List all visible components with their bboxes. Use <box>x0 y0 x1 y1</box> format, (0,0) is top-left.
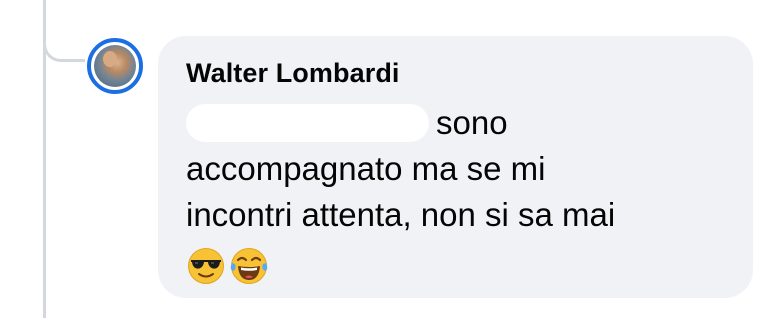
avatar-image <box>94 45 136 87</box>
redacted-mention <box>186 104 429 142</box>
tears-of-joy-face-icon <box>230 248 268 284</box>
comment-bubble: Walter Lombardi sono accompagnato ma se … <box>158 36 753 298</box>
comment-author-name[interactable]: Walter Lombardi <box>186 58 400 89</box>
avatar[interactable] <box>87 38 143 94</box>
comment-text-line: accompagnato ma se mi <box>186 150 546 187</box>
thread-connector <box>43 0 85 62</box>
comment-text-line: sono <box>436 104 508 141</box>
emoji-row <box>187 247 268 285</box>
page-edge <box>754 0 767 318</box>
sunglasses-face-icon <box>188 248 224 284</box>
comment-text-line: incontri attenta, non si sa mai <box>186 196 616 233</box>
